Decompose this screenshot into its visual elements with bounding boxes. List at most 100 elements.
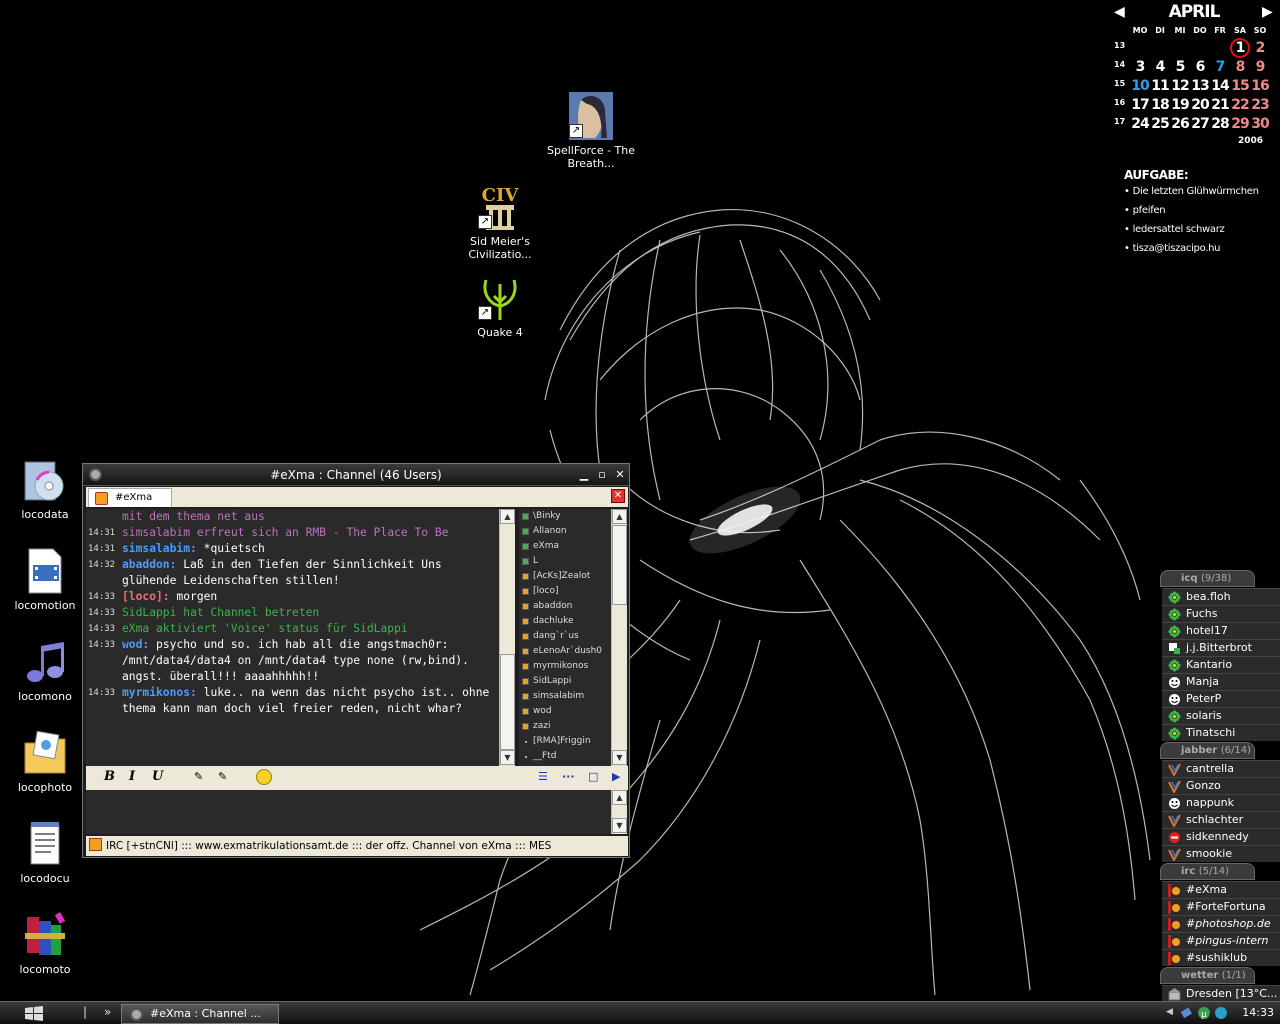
contact-item[interactable]: schlachter: [1162, 811, 1280, 828]
calendar-day[interactable]: 4: [1150, 59, 1170, 75]
contact-item[interactable]: Dresden [13°C...: [1162, 985, 1280, 1002]
user-list-item[interactable]: [RMA]Friggin: [519, 734, 611, 749]
calendar-day[interactable]: 10: [1130, 78, 1150, 94]
window-titlebar[interactable]: #eXma : Channel (46 Users) ▁ ▫ ✕: [83, 464, 629, 486]
calendar-day[interactable]: 5: [1170, 59, 1190, 75]
desktop-icon-locodocu[interactable]: locodocu: [0, 820, 90, 885]
calendar-day[interactable]: 28: [1210, 116, 1230, 132]
calendar-day[interactable]: 6: [1190, 59, 1210, 75]
tray-expand-icon[interactable]: ◀: [1166, 1007, 1173, 1017]
user-list-item[interactable]: myrmikonos: [519, 659, 611, 674]
user-list-item[interactable]: SidLappi: [519, 674, 611, 689]
calendar-day[interactable]: 17: [1130, 97, 1150, 113]
minimize-button[interactable]: ▁: [576, 464, 592, 486]
desktop-icon-locomono[interactable]: locomono: [0, 638, 90, 703]
contact-group-wetter[interactable]: wetter (1/1): [1160, 967, 1255, 984]
windows-logo-icon[interactable]: [22, 1005, 46, 1022]
tab-exma[interactable]: #eXma: [88, 488, 172, 507]
contact-item[interactable]: bea.floh: [1162, 588, 1280, 605]
contact-item[interactable]: solaris: [1162, 707, 1280, 724]
user-list-item[interactable]: L: [519, 554, 611, 569]
scroll-up-arrow-icon[interactable]: ▲: [500, 509, 515, 524]
calendar-day[interactable]: 11: [1150, 78, 1170, 94]
color-pen-icon[interactable]: ✎: [194, 770, 203, 783]
calendar-day[interactable]: 2: [1250, 40, 1270, 56]
user-list-item[interactable]: eLenoAr`dush0: [519, 644, 611, 659]
calendar-day[interactable]: 29: [1230, 116, 1250, 132]
miranda-tray-icon[interactable]: [1214, 1006, 1228, 1020]
calendar-day[interactable]: 9: [1250, 59, 1270, 75]
contact-item[interactable]: sidkennedy: [1162, 828, 1280, 845]
contact-group-irc[interactable]: irc (5/14): [1160, 863, 1255, 880]
desktop-icon-locomotion[interactable]: locomotion: [0, 547, 90, 612]
calendar-day[interactable]: 22: [1230, 97, 1250, 113]
calendar-day[interactable]: 3: [1130, 59, 1150, 75]
desktop-icon-locomoto[interactable]: locomoto: [0, 911, 90, 976]
calendar-day[interactable]: 23: [1250, 97, 1270, 113]
user-list-item[interactable]: Allanon: [519, 524, 611, 539]
user-list-item[interactable]: dang`r`us: [519, 629, 611, 644]
user-list-item[interactable]: wod: [519, 704, 611, 719]
desktop-icon-quake4[interactable]: ↗ Quake 4: [455, 274, 545, 339]
contact-item[interactable]: Kantario: [1162, 656, 1280, 673]
message-nick[interactable]: [loco]:: [122, 590, 170, 603]
user-list-item[interactable]: abaddon: [519, 599, 611, 614]
scroll-down-arrow-icon[interactable]: ▼: [500, 750, 515, 765]
scroll-thumb[interactable]: [500, 654, 515, 750]
underline-button[interactable]: U: [152, 769, 163, 784]
close-button[interactable]: ✕: [612, 464, 628, 486]
calendar-day[interactable]: 24: [1130, 116, 1150, 132]
calendar-day[interactable]: 13: [1190, 78, 1210, 94]
user-list-item[interactable]: simsalabim: [519, 689, 611, 704]
user-list-item[interactable]: zazi: [519, 719, 611, 734]
desktop-icon-locodata[interactable]: locodata: [0, 456, 90, 521]
contact-item[interactable]: #pingus-intern: [1162, 932, 1280, 949]
contact-item[interactable]: Tinatschi: [1162, 724, 1280, 741]
contact-group-icq[interactable]: icq (9/38): [1160, 570, 1255, 587]
calendar-day[interactable]: 7: [1210, 59, 1230, 75]
desktop-icon-civilization[interactable]: CIV ↗ Sid Meier's Civilizatio...: [455, 183, 545, 261]
calendar-day[interactable]: 30: [1250, 116, 1270, 132]
scroll-up-arrow-icon[interactable]: ▲: [612, 790, 627, 805]
calendar-day[interactable]: 27: [1190, 116, 1210, 132]
contact-item[interactable]: Fuchs: [1162, 605, 1280, 622]
calendar-day[interactable]: 26: [1170, 116, 1190, 132]
message-nick[interactable]: wod:: [122, 638, 149, 651]
calendar-day[interactable]: 15: [1230, 78, 1250, 94]
user-list-item[interactable]: [AcKs]Zealot: [519, 569, 611, 584]
contact-item[interactable]: nappunk: [1162, 794, 1280, 811]
more-dots-icon[interactable]: ···: [562, 770, 575, 783]
window-square-icon[interactable]: □: [588, 770, 598, 783]
miranda-app-icon[interactable]: [89, 468, 102, 481]
calendar-day[interactable]: 1: [1230, 38, 1250, 58]
calendar-day[interactable]: 19: [1170, 97, 1190, 113]
contact-item[interactable]: #ForteFortuna: [1162, 898, 1280, 915]
utorrent-icon[interactable]: µ: [1197, 1006, 1211, 1020]
contact-item[interactable]: #eXma: [1162, 881, 1280, 898]
desktop-icon-locophoto[interactable]: locophoto: [0, 729, 90, 794]
contact-item[interactable]: PeterP: [1162, 690, 1280, 707]
quicklaunch-expand-button[interactable]: »: [104, 1005, 111, 1019]
tab-close-button[interactable]: ✕: [611, 489, 625, 503]
input-scrollbar[interactable]: ▲ ▼: [611, 790, 627, 834]
calendar-day[interactable]: 16: [1250, 78, 1270, 94]
bold-button[interactable]: B: [104, 769, 115, 784]
bgcolor-pen-icon[interactable]: ✎: [218, 770, 227, 783]
contact-item[interactable]: #sushiklub: [1162, 949, 1280, 966]
contact-group-jabber[interactable]: jabber (6/14): [1160, 742, 1255, 759]
message-nick[interactable]: myrmikonos:: [122, 686, 197, 699]
contact-item[interactable]: cantrella: [1162, 760, 1280, 777]
taskbar-button-exma[interactable]: #eXma : Channel ...: [121, 1004, 279, 1024]
scroll-down-arrow-icon[interactable]: ▼: [612, 750, 627, 765]
calendar-day[interactable]: 25: [1150, 116, 1170, 132]
calendar-day[interactable]: 12: [1170, 78, 1190, 94]
calendar-day[interactable]: 20: [1190, 97, 1210, 113]
user-list-item[interactable]: eXma: [519, 539, 611, 554]
scroll-down-arrow-icon[interactable]: ▼: [612, 818, 627, 833]
message-nick[interactable]: simsalabim:: [122, 542, 197, 555]
contact-item[interactable]: #photoshop.de: [1162, 915, 1280, 932]
send-arrow-icon[interactable]: ▶: [612, 770, 620, 783]
contact-item[interactable]: j.j.Bitterbrot: [1162, 639, 1280, 656]
contact-item[interactable]: smookie: [1162, 845, 1280, 862]
calendar-day[interactable]: 8: [1230, 59, 1250, 75]
